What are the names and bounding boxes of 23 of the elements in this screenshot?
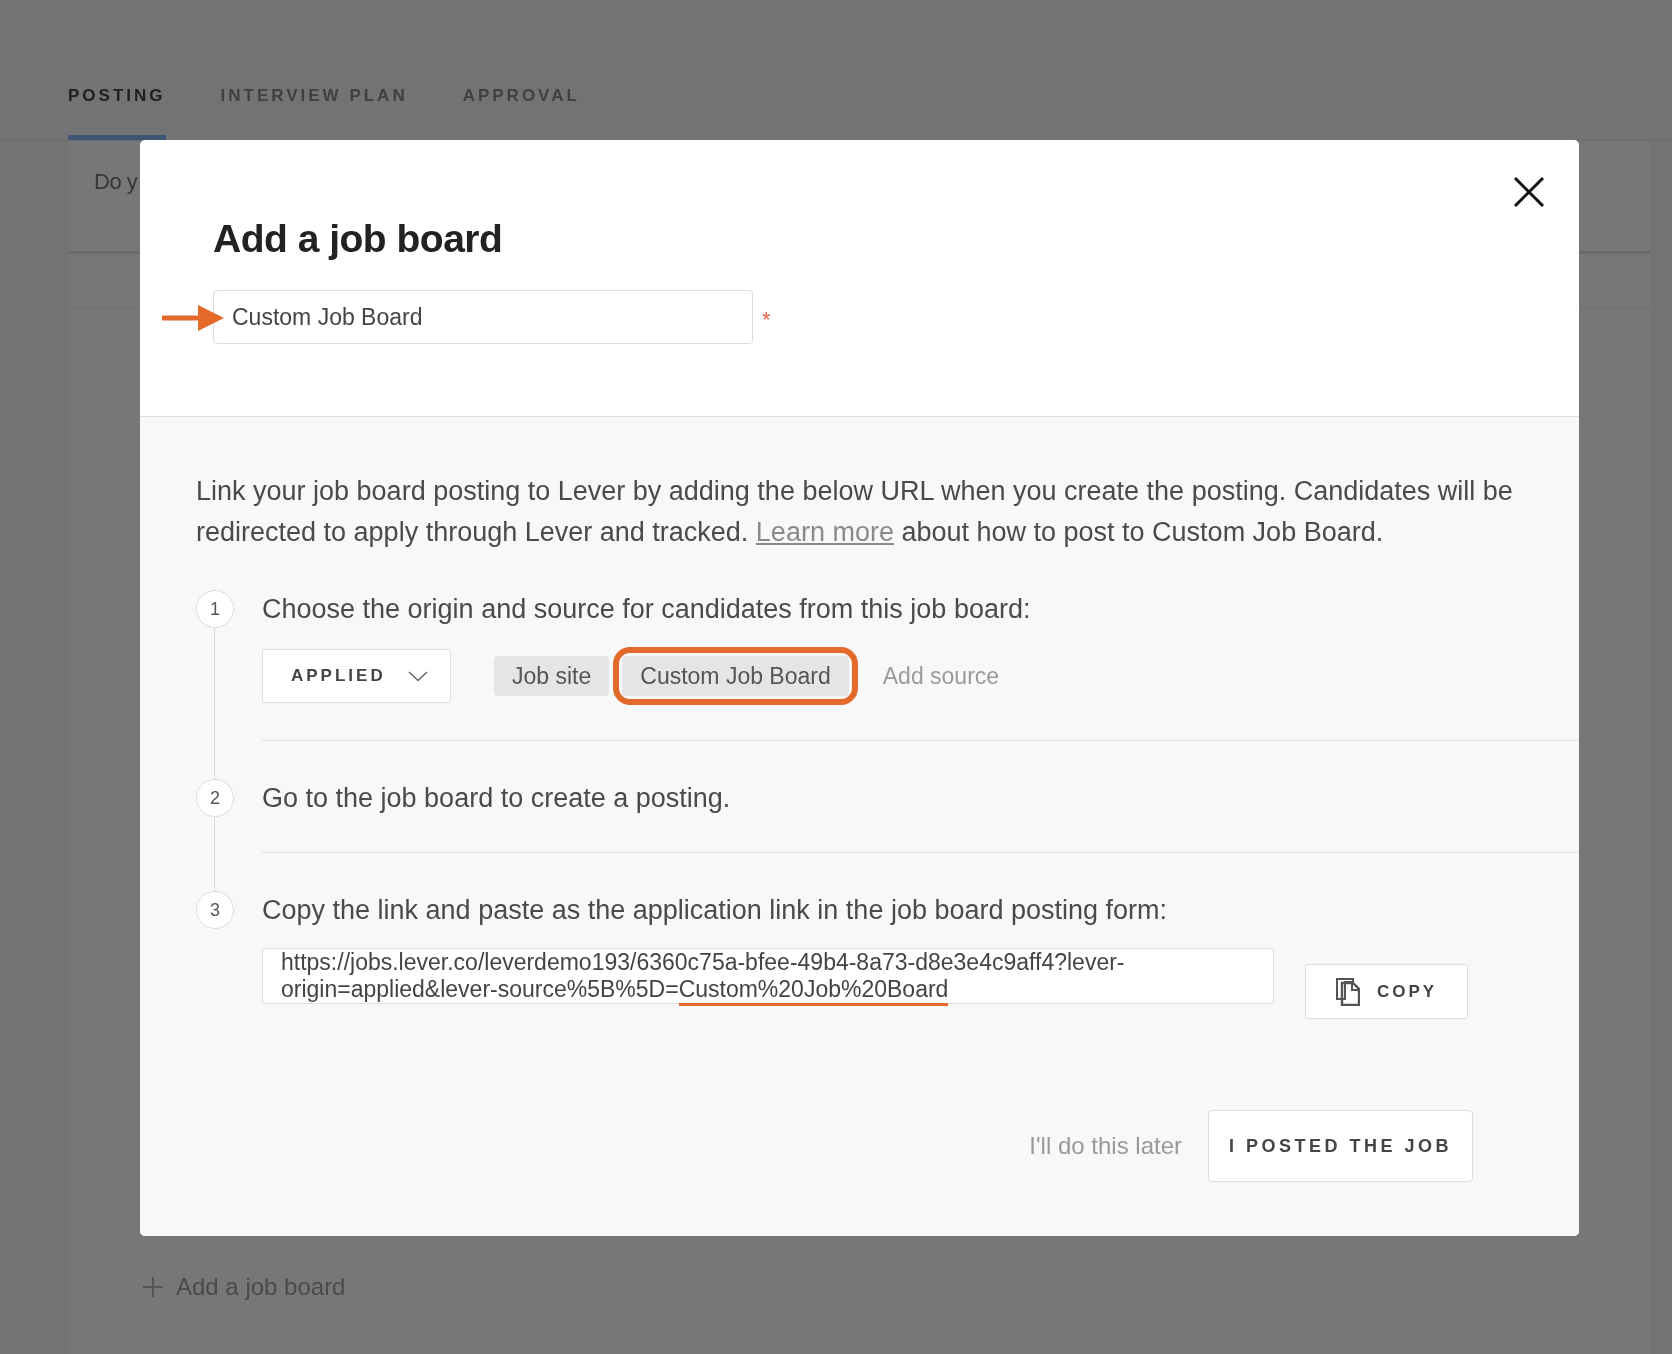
step-instruction: Go to the job board to create a posting. xyxy=(262,782,732,815)
step-number: 3 xyxy=(196,891,234,929)
source-tag[interactable]: Job site xyxy=(494,656,610,696)
learn-more-link[interactable]: Learn more xyxy=(755,517,894,547)
plus-icon xyxy=(143,1277,163,1297)
step-instruction: Choose the origin and source for candidates from this job board: xyxy=(262,593,1032,626)
posted-job-button[interactable]: I POSTED THE JOB xyxy=(1208,1110,1473,1182)
step-number: 2 xyxy=(196,779,234,817)
dialog-title: Add a job board xyxy=(213,216,504,262)
job-board-name-field[interactable]: Custom Job Board xyxy=(213,290,753,344)
caret-icon xyxy=(407,670,428,682)
required-mark: * xyxy=(762,308,771,332)
source-tag[interactable]: Custom Job Board xyxy=(622,656,849,696)
copy-icon xyxy=(1335,977,1360,1006)
url-field[interactable]: https://jobs.lever.co/leverdemo193/6360c75a-bfee-49b4-8a73-d8e3e4c9aff4?lever-origin=applied&lever-source%5B%5D=Custom%20Job%20Board xyxy=(262,948,1274,1004)
question-text: Do y xyxy=(94,169,138,194)
copy-button[interactable]: COPY xyxy=(1305,964,1468,1019)
intro-text: Link your job board posting to Lever by adding the below URL when you create the posting. Candidates will be redirected to apply through Lever and tracked. Learn more about how to post to Custom Job Board. xyxy=(196,475,1514,549)
close-button[interactable] xyxy=(1513,176,1545,208)
origin-dropdown[interactable]: APPLIED xyxy=(262,649,451,703)
close-icon xyxy=(1513,176,1545,208)
step-number: 1 xyxy=(196,590,234,628)
step-instruction: Copy the link and paste as the application link in the job board posting form: xyxy=(262,894,1169,927)
